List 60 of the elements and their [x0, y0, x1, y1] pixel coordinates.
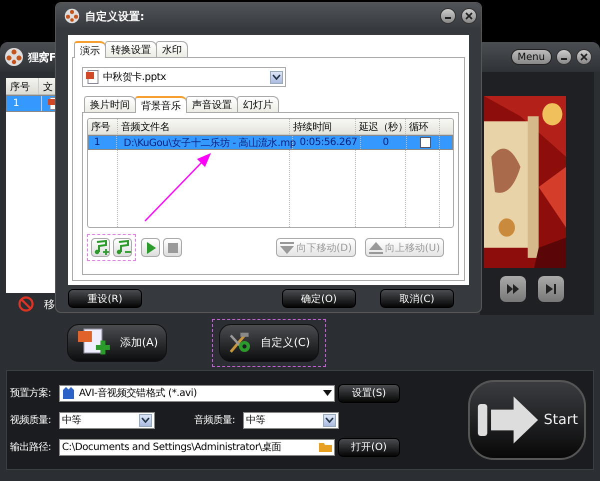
table-cell: 0:05:56.267 [296, 136, 362, 149]
table-cell: 0 [365, 136, 408, 149]
tab[interactable]: 演示 [74, 41, 106, 58]
play-icon[interactable] [141, 238, 160, 257]
column-header[interactable]: 序号 [88, 119, 118, 134]
remove-label[interactable]: 移 [44, 296, 55, 312]
prohibited-icon[interactable] [18, 296, 34, 312]
customize-button[interactable]: 自定义(C) [219, 324, 319, 362]
start-button[interactable]: Start [468, 380, 586, 460]
preset-label: 预置方案: [10, 386, 52, 400]
audio-quality-dropdown[interactable]: 中等 [243, 412, 339, 428]
table-row[interactable]: 1 D:\KuGou\女子十二乐坊 - 高山流水.mp 0:05:56.267 0 [88, 135, 453, 150]
close-icon[interactable] [576, 49, 592, 65]
tab[interactable]: 换片时间 [84, 96, 136, 112]
table-cell: D:\KuGou\女子十二乐坊 - 高山流水.mp [120, 136, 293, 149]
column-header[interactable]: 序号 [6, 78, 39, 94]
film-reel-icon [64, 8, 80, 24]
tab[interactable]: 转换设置 [105, 41, 157, 57]
open-button[interactable]: 打开(O) [338, 438, 400, 456]
up-arrow-icon [368, 242, 383, 254]
file-dropdown[interactable]: 中秋贺卡.pptx [82, 67, 286, 87]
checkbox[interactable] [420, 137, 431, 148]
table-cell: 1 [91, 136, 117, 149]
column-header[interactable]: 文 [39, 78, 57, 94]
add-button[interactable]: 添加(A) [67, 324, 167, 362]
output-path-label: 输出路径: [10, 440, 52, 454]
video-quality-dropdown[interactable]: 中等 [59, 412, 155, 428]
tab[interactable]: 水印 [156, 41, 188, 57]
preset-dropdown[interactable]: AVI-音视频交错格式 (*.avi) [59, 384, 335, 402]
column-header[interactable]: 持续时间 [290, 119, 356, 134]
settings-button[interactable]: 设置(S) [338, 384, 400, 402]
table-cell: 1 [9, 96, 42, 111]
column-header[interactable]: 延迟（秒） [356, 119, 406, 134]
film-reel-icon [4, 47, 24, 67]
tab[interactable]: 背景音乐 [135, 96, 187, 113]
skip-next-icon[interactable] [538, 276, 564, 302]
dialog-button[interactable]: 确定(O) [282, 289, 356, 308]
fast-forward-icon[interactable] [500, 276, 526, 302]
audio-quality-label: 音频质量: [194, 414, 236, 427]
stop-icon[interactable] [163, 238, 182, 257]
document-icon [86, 70, 99, 84]
video-quality-label: 视频质量: [10, 414, 52, 427]
remove-music-icon[interactable] [113, 238, 132, 257]
output-path-field[interactable]: C:\Documents and Settings\Administrator\桌面 [59, 438, 335, 456]
minimize-icon[interactable] [556, 49, 572, 65]
close-icon[interactable] [461, 8, 477, 24]
annotation-arrow [143, 151, 213, 223]
dropdown-arrow-icon[interactable] [323, 390, 332, 396]
video-format-icon [62, 386, 75, 400]
down-arrow-icon [280, 242, 294, 254]
tab[interactable]: 幻灯片 [237, 96, 279, 112]
column-header[interactable]: 音频文件名 [118, 119, 290, 134]
tab[interactable]: 声音设置 [186, 96, 238, 112]
column-header[interactable]: 循环 [406, 119, 440, 134]
dialog-button[interactable]: 取消(C) [380, 289, 454, 308]
dialog-button[interactable]: 重设(R) [68, 289, 142, 308]
minimize-icon[interactable] [440, 8, 456, 24]
dialog-title: 自定义设置: [85, 8, 144, 24]
menu-button[interactable]: Menu [510, 49, 552, 65]
add-music-icon[interactable] [91, 238, 110, 257]
